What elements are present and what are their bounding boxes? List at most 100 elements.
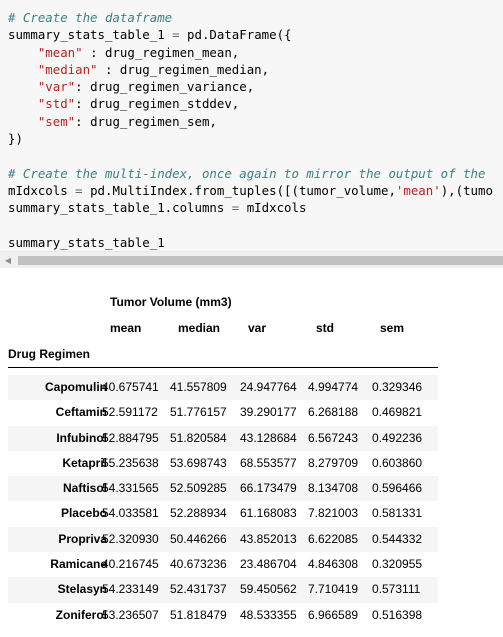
table-cell-mean: 52.320930 (102, 531, 159, 546)
table-row: Infubinol 52.884795 51.820584 43.128684 6.56… (8, 425, 438, 451)
row-index-label: Capomulin (45, 380, 107, 394)
row-index-label: Infubinol (56, 430, 107, 445)
table-cell-std: 6.622085 (308, 531, 359, 546)
table-cell-sem: 0.320955 (372, 557, 423, 572)
column-group-header: Tumor Volume (mm3) (110, 295, 232, 309)
table-cell-sem: 0.603860 (372, 455, 423, 470)
code-token-string: "var" (37, 79, 76, 95)
code-line: "sem": drug_regimen_sem, (8, 113, 493, 130)
code-token-op: = (75, 182, 83, 198)
code-token-text: : drug_regimen_stddev, (75, 96, 240, 112)
row-index-label: Propriva (58, 531, 107, 546)
code-line: summary_stats_table_1 = pd.DataFrame({ (8, 26, 493, 43)
code-token-text: mIdxcols (239, 200, 307, 216)
code-token-text: ),(tumo (440, 182, 493, 198)
table-cell-std: 4.846308 (308, 557, 359, 572)
index-header: Drug Regimen (8, 347, 91, 361)
table-cell-mean: 52.591172 (102, 405, 158, 420)
code-token-text: : drug_regimen_mean, (82, 44, 240, 60)
table-cell-std: 4.994774 (308, 380, 359, 394)
table-cell-sem: 0.492236 (372, 430, 423, 445)
code-cell[interactable]: # Create the dataframe summary_stats_tabl… (0, 0, 503, 251)
table-cell-mean: 54.331565 (102, 481, 159, 496)
scrollbar-thumb[interactable] (18, 256, 503, 265)
code-token-comment: # Create the multi-index, once again to … (8, 165, 486, 181)
code-token-text: pd.MultiIndex.from_tuples([(tumor_volume… (82, 182, 396, 198)
table-cell-std: 7.710419 (308, 582, 359, 597)
code-token-string: "sem" (37, 113, 76, 129)
code-token-text: : drug_regimen_variance, (75, 79, 255, 95)
table-cell-var: 48.533355 (240, 607, 297, 622)
code-token-string: 'mean' (395, 182, 441, 198)
row-index-label: Naftisol (62, 481, 107, 496)
table-cell-median: 41.557809 (170, 380, 227, 394)
table-row: Ketapril 55.235638 53.698743 68.553577 8.279… (8, 451, 438, 476)
code-line: "std": drug_regimen_stddev, (8, 95, 493, 112)
table-row: Naftisol 54.331565 52.509285 66.173479 8.134… (8, 476, 438, 502)
table-cell-mean: 53.236507 (102, 607, 159, 622)
table-row: Propriva 52.320930 50.446266 43.852013 6.622… (8, 526, 438, 553)
table-cell-sem: 0.573111 (372, 582, 421, 597)
row-index-label: Stelasyn (57, 582, 107, 597)
row-index-label: Ramicane (50, 557, 107, 572)
code-line: "median" : drug_regimen_median, (8, 61, 493, 78)
code-line: "var": drug_regimen_variance, (8, 78, 493, 95)
table-cell-sem: 0.596466 (372, 481, 423, 496)
table-cell-median: 51.818479 (170, 607, 227, 622)
table-cell-sem: 0.581331 (372, 506, 423, 521)
table-row: Zoniferol 53.236507 51.818479 48.533355 6.96… (8, 603, 438, 628)
table-cell-var: 43.852013 (240, 531, 297, 546)
table-cell-var: 66.173479 (240, 481, 297, 496)
table-cell-mean: 55.235638 (102, 455, 159, 470)
code-editor[interactable]: # Create the dataframe summary_stats_tabl… (8, 9, 493, 251)
table-row: Ceftamin 52.591172 51.776157 39.290177 6.268… (8, 400, 438, 425)
code-token-text: }) (8, 131, 23, 147)
row-index-label: Ketapril (62, 455, 107, 470)
table-cell-median: 51.820584 (170, 430, 227, 445)
header-divider (8, 367, 438, 368)
code-token-comment: # Create the dataframe (8, 10, 173, 25)
code-token-op: = (172, 27, 180, 43)
horizontal-scrollbar[interactable]: ◀ (0, 251, 503, 268)
table-cell-var: 68.553577 (240, 455, 297, 470)
code-token-text: : drug_regimen_sem, (75, 113, 217, 129)
table-cell-std: 6.966589 (308, 607, 359, 622)
table-cell-median: 52.288934 (170, 506, 227, 521)
table-cell-mean: 40.675741 (102, 380, 159, 394)
table-cell-var: 24.947764 (240, 380, 297, 394)
code-token-text: mIdxcols (8, 182, 76, 198)
table-cell-median: 51.776157 (170, 405, 227, 420)
scroll-left-arrow-icon[interactable]: ◀ (0, 252, 16, 268)
table-row: Capomulin 40.675741 41.557809 24.947764 4.99… (8, 375, 438, 401)
table-cell-std: 7.821003 (308, 506, 359, 521)
table-cell-std: 8.134708 (308, 481, 359, 496)
table-row: Stelasyn 54.233149 52.431737 59.450562 7.710… (8, 577, 438, 603)
table-cell-median: 50.446266 (170, 531, 227, 546)
table-cell-median: 52.431737 (170, 582, 227, 597)
column-header-mean: mean (110, 321, 142, 335)
code-token-text: summary_stats_table_1.columns (8, 200, 232, 216)
column-header-var: var (248, 321, 267, 335)
column-header-sem: sem (380, 321, 405, 335)
table-cell-var: 59.450562 (240, 582, 297, 597)
code-line: summary_stats_table_1.columns = mIdxcols (8, 199, 493, 216)
table-cell-var: 39.290177 (240, 405, 297, 420)
table-cell-var: 61.168083 (240, 506, 297, 521)
code-line: }) (8, 130, 493, 147)
row-index-label: Placebo (60, 506, 107, 521)
table-cell-sem: 0.469821 (372, 405, 423, 420)
table-cell-median: 52.509285 (170, 481, 227, 496)
code-token-string: "std" (37, 96, 76, 112)
table-cell-mean: 54.233149 (102, 582, 159, 597)
table-cell-sem: 0.544332 (372, 531, 423, 546)
table-row: Ramicane 40.216745 40.673236 23.486704 4.846… (8, 552, 438, 577)
table-cell-std: 6.268188 (308, 405, 359, 420)
table-cell-std: 6.567243 (308, 430, 359, 445)
cell-output: Tumor Volume (mm3) mean median var std s… (0, 267, 503, 637)
code-line: summary_stats_table_1 (8, 234, 493, 251)
